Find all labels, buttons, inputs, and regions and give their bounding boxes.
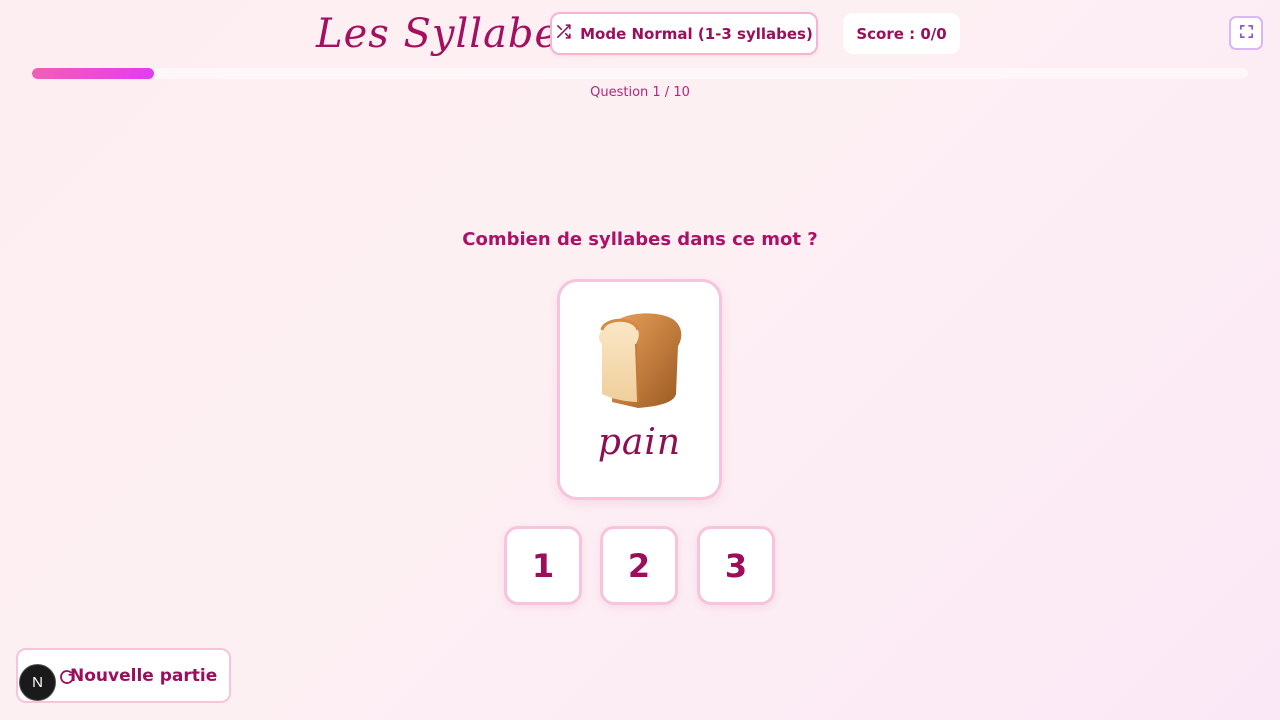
question-prompt: Combien de syllabes dans ce mot ? [462,229,818,250]
question-counter: Question 1 / 10 [590,85,690,100]
restart-icon [58,668,76,686]
fullscreen-button[interactable] [1229,16,1263,50]
progress-bar [32,68,1248,79]
answer-button-3[interactable]: 3 [697,526,775,605]
answer-button-1[interactable]: 1 [504,526,582,605]
new-game-label: Nouvelle partie [70,665,218,686]
dev-tools-badge[interactable]: N [19,664,56,701]
answer-button-2[interactable]: 2 [600,526,678,605]
word-label: pain [597,422,682,463]
fullscreen-icon [1239,24,1254,43]
answer-options: 1 2 3 [504,526,776,606]
word-card: pain [557,279,722,500]
bread-icon [594,310,686,410]
score-badge: Score : 0/0 [843,13,960,54]
mode-button[interactable]: Mode Normal (1-3 syllabes) [550,12,818,55]
shuffle-icon [555,23,572,44]
mode-label: Mode Normal (1-3 syllabes) [580,24,813,43]
progress-fill [32,68,154,79]
